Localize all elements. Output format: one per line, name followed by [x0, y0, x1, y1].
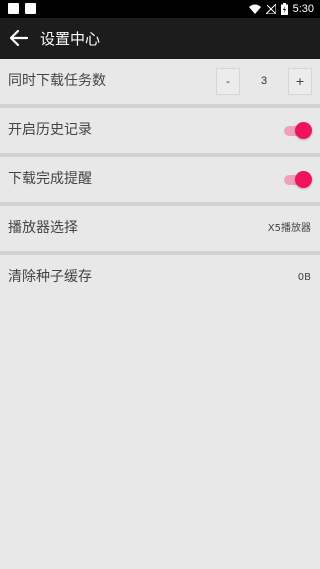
system-icons: 5:30	[248, 2, 314, 16]
history-label: 开启历史记录	[8, 122, 92, 138]
decrement-button[interactable]: -	[216, 68, 240, 95]
no-signal-icon	[265, 4, 276, 14]
back-button[interactable]	[8, 27, 30, 49]
clock: 5:30	[292, 3, 314, 15]
history-toggle[interactable]	[284, 122, 312, 140]
wifi-icon	[248, 4, 261, 14]
setting-concurrent-downloads: 同时下载任务数 - 3 +	[0, 59, 320, 104]
arrow-back-icon[interactable]	[8, 27, 30, 49]
download-notify-toggle[interactable]	[284, 171, 312, 189]
history-toggle-thumb[interactable]	[295, 122, 312, 139]
page-title: 设置中心	[40, 30, 101, 48]
increment-button[interactable]: +	[288, 68, 312, 95]
download-notify-label: 下载完成提醒	[8, 171, 92, 187]
clear-cache-label: 清除种子缓存	[8, 269, 92, 285]
app-notification-icon	[25, 3, 36, 14]
player-value: X5播放器	[267, 223, 311, 234]
concurrent-downloads-value: 3	[260, 75, 268, 87]
status-bar: 5:30	[0, 0, 320, 18]
player-label: 播放器选择	[8, 220, 78, 236]
setting-clear-cache[interactable]: 清除种子缓存 0B	[0, 255, 320, 300]
image-notification-icon	[8, 3, 19, 14]
download-notify-toggle-thumb[interactable]	[295, 171, 312, 188]
settings-list: 同时下载任务数 - 3 + 开启历史记录 下载完成提醒 播放器选择 X5播放器 …	[0, 59, 320, 300]
setting-history[interactable]: 开启历史记录	[0, 108, 320, 153]
setting-download-notify[interactable]: 下载完成提醒	[0, 157, 320, 202]
battery-icon	[280, 3, 288, 15]
concurrent-downloads-stepper: - 3 +	[216, 68, 312, 95]
concurrent-downloads-label: 同时下载任务数	[8, 73, 106, 89]
setting-player[interactable]: 播放器选择 X5播放器	[0, 206, 320, 251]
toolbar: 设置中心	[0, 18, 320, 59]
cache-size-value: 0B	[297, 272, 311, 283]
notification-icons	[8, 3, 36, 14]
